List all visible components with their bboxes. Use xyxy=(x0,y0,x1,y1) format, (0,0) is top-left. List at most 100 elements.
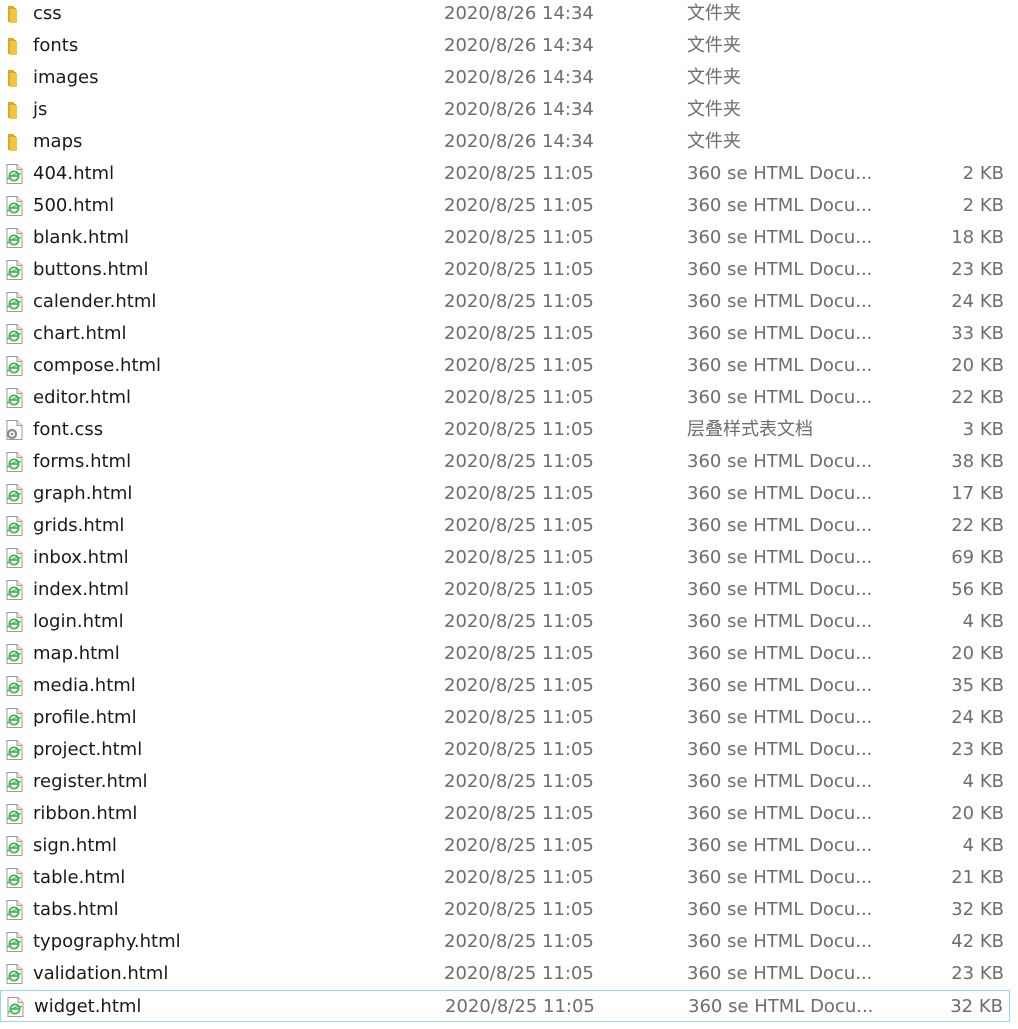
file-size: 69 KB xyxy=(951,547,1004,568)
file-name: chart.html xyxy=(33,323,127,344)
file-type: 360 se HTML Docu... xyxy=(687,707,873,728)
file-size: 20 KB xyxy=(951,803,1004,824)
file-type: 文件夹 xyxy=(687,3,741,24)
file-name: calender.html xyxy=(33,291,157,312)
html-file-icon xyxy=(4,483,26,505)
html-file-icon xyxy=(4,803,26,825)
file-modified-date: 2020/8/26 14:34 xyxy=(444,131,594,152)
file-name: fonts xyxy=(33,35,79,56)
file-type: 360 se HTML Docu... xyxy=(687,387,873,408)
file-type: 360 se HTML Docu... xyxy=(687,515,873,536)
file-modified-date: 2020/8/25 11:05 xyxy=(444,483,594,504)
file-row-buttons-html[interactable]: buttons.html 2020/8/25 11:05 360 se HTML D… xyxy=(0,254,1010,286)
file-row-register-html[interactable]: register.html 2020/8/25 11:05 360 se HTML … xyxy=(0,766,1010,798)
file-row-js[interactable]: js 2020/8/26 14:34 文件夹 xyxy=(0,94,1010,126)
file-name: map.html xyxy=(33,643,120,664)
html-file-icon xyxy=(4,835,26,857)
folder-icon xyxy=(4,67,26,89)
file-row-editor-html[interactable]: editor.html 2020/8/25 11:05 360 se HTML Do… xyxy=(0,382,1010,414)
file-modified-date: 2020/8/25 11:05 xyxy=(444,579,594,600)
file-row-font-css[interactable]: font.css 2020/8/25 11:05 层叠样式表文档 3 KB xyxy=(0,414,1010,446)
html-file-icon xyxy=(4,451,26,473)
html-file-icon xyxy=(4,195,26,217)
file-modified-date: 2020/8/25 11:05 xyxy=(444,739,594,760)
file-row-404-html[interactable]: 404.html 2020/8/25 11:05 360 se HTML Docu.… xyxy=(0,158,1010,190)
file-row-map-html[interactable]: map.html 2020/8/25 11:05 360 se HTML Docu.… xyxy=(0,638,1010,670)
file-modified-date: 2020/8/25 11:05 xyxy=(444,611,594,632)
file-row-typography-html[interactable]: typography.html 2020/8/25 11:05 360 se HTM… xyxy=(0,926,1010,958)
file-type: 层叠样式表文档 xyxy=(687,419,813,440)
file-row-media-html[interactable]: media.html 2020/8/25 11:05 360 se HTML Doc… xyxy=(0,670,1010,702)
file-name: table.html xyxy=(33,867,126,888)
file-row-widget-html[interactable]: widget.html 2020/8/25 11:05 360 se HTML Do… xyxy=(0,990,1010,1022)
file-row-fonts[interactable]: fonts 2020/8/26 14:34 文件夹 xyxy=(0,30,1010,62)
file-modified-date: 2020/8/26 14:34 xyxy=(444,99,594,120)
file-type: 360 se HTML Docu... xyxy=(687,163,873,184)
file-row-validation-html[interactable]: validation.html 2020/8/25 11:05 360 se HTM… xyxy=(0,958,1010,990)
file-modified-date: 2020/8/25 11:05 xyxy=(444,355,594,376)
file-size: 23 KB xyxy=(951,963,1004,984)
file-name: css xyxy=(33,3,62,24)
file-modified-date: 2020/8/25 11:05 xyxy=(444,323,594,344)
file-row-maps[interactable]: maps 2020/8/26 14:34 文件夹 xyxy=(0,126,1010,158)
file-row-calender-html[interactable]: calender.html 2020/8/25 11:05 360 se HTML … xyxy=(0,286,1010,318)
file-name: compose.html xyxy=(33,355,162,376)
file-row-500-html[interactable]: 500.html 2020/8/25 11:05 360 se HTML Docu.… xyxy=(0,190,1010,222)
file-row-css[interactable]: css 2020/8/26 14:34 文件夹 xyxy=(0,0,1010,30)
css-file-icon xyxy=(4,419,26,441)
file-modified-date: 2020/8/25 11:05 xyxy=(444,803,594,824)
html-file-icon xyxy=(4,259,26,281)
file-size: 21 KB xyxy=(951,867,1004,888)
file-list: css 2020/8/26 14:34 文件夹 fonts 2020/8/26 14:3… xyxy=(0,0,1018,1029)
file-type: 360 se HTML Docu... xyxy=(687,323,873,344)
html-file-icon xyxy=(4,771,26,793)
file-row-profile-html[interactable]: profile.html 2020/8/25 11:05 360 se HTML D… xyxy=(0,702,1010,734)
file-modified-date: 2020/8/25 11:05 xyxy=(445,996,595,1017)
file-size: 3 KB xyxy=(962,419,1004,440)
file-row-table-html[interactable]: table.html 2020/8/25 11:05 360 se HTML Doc… xyxy=(0,862,1010,894)
file-modified-date: 2020/8/25 11:05 xyxy=(444,867,594,888)
file-row-index-html[interactable]: index.html 2020/8/25 11:05 360 se HTML Doc… xyxy=(0,574,1010,606)
file-modified-date: 2020/8/25 11:05 xyxy=(444,291,594,312)
file-row-ribbon-html[interactable]: ribbon.html 2020/8/25 11:05 360 se HTML Do… xyxy=(0,798,1010,830)
file-type: 360 se HTML Docu... xyxy=(687,227,873,248)
file-row-tabs-html[interactable]: tabs.html 2020/8/25 11:05 360 se HTML Docu… xyxy=(0,894,1010,926)
file-modified-date: 2020/8/25 11:05 xyxy=(444,675,594,696)
file-type: 360 se HTML Docu... xyxy=(687,451,873,472)
file-row-inbox-html[interactable]: inbox.html 2020/8/25 11:05 360 se HTML Doc… xyxy=(0,542,1010,574)
file-size: 20 KB xyxy=(951,643,1004,664)
file-row-blank-html[interactable]: blank.html 2020/8/25 11:05 360 se HTML Doc… xyxy=(0,222,1010,254)
file-size: 23 KB xyxy=(951,739,1004,760)
file-name: images xyxy=(33,67,99,88)
file-row-project-html[interactable]: project.html 2020/8/25 11:05 360 se HTML D… xyxy=(0,734,1010,766)
file-row-compose-html[interactable]: compose.html 2020/8/25 11:05 360 se HTML D… xyxy=(0,350,1010,382)
file-row-chart-html[interactable]: chart.html 2020/8/25 11:05 360 se HTML Doc… xyxy=(0,318,1010,350)
file-row-images[interactable]: images 2020/8/26 14:34 文件夹 xyxy=(0,62,1010,94)
file-type: 360 se HTML Docu... xyxy=(687,195,873,216)
file-name: sign.html xyxy=(33,835,117,856)
html-file-icon xyxy=(4,163,26,185)
file-name: forms.html xyxy=(33,451,132,472)
file-type: 文件夹 xyxy=(687,35,741,56)
file-type: 360 se HTML Docu... xyxy=(687,931,873,952)
file-modified-date: 2020/8/26 14:34 xyxy=(444,35,594,56)
file-row-graph-html[interactable]: graph.html 2020/8/25 11:05 360 se HTML Doc… xyxy=(0,478,1010,510)
html-file-icon xyxy=(4,227,26,249)
file-size: 35 KB xyxy=(951,675,1004,696)
file-size: 24 KB xyxy=(951,707,1004,728)
file-size: 2 KB xyxy=(962,163,1004,184)
file-type: 文件夹 xyxy=(687,67,741,88)
html-file-icon xyxy=(4,963,26,985)
file-row-login-html[interactable]: login.html 2020/8/25 11:05 360 se HTML Doc… xyxy=(0,606,1010,638)
file-row-grids-html[interactable]: grids.html 2020/8/25 11:05 360 se HTML Doc… xyxy=(0,510,1010,542)
file-row-forms-html[interactable]: forms.html 2020/8/25 11:05 360 se HTML Doc… xyxy=(0,446,1010,478)
file-name: buttons.html xyxy=(33,259,149,280)
file-type: 360 se HTML Docu... xyxy=(687,739,873,760)
file-type: 360 se HTML Docu... xyxy=(687,899,873,920)
file-size: 38 KB xyxy=(951,451,1004,472)
file-row-sign-html[interactable]: sign.html 2020/8/25 11:05 360 se HTML Docu… xyxy=(0,830,1010,862)
file-name: index.html xyxy=(33,579,129,600)
file-type: 文件夹 xyxy=(687,131,741,152)
file-type: 文件夹 xyxy=(687,99,741,120)
folder-icon xyxy=(4,131,26,153)
